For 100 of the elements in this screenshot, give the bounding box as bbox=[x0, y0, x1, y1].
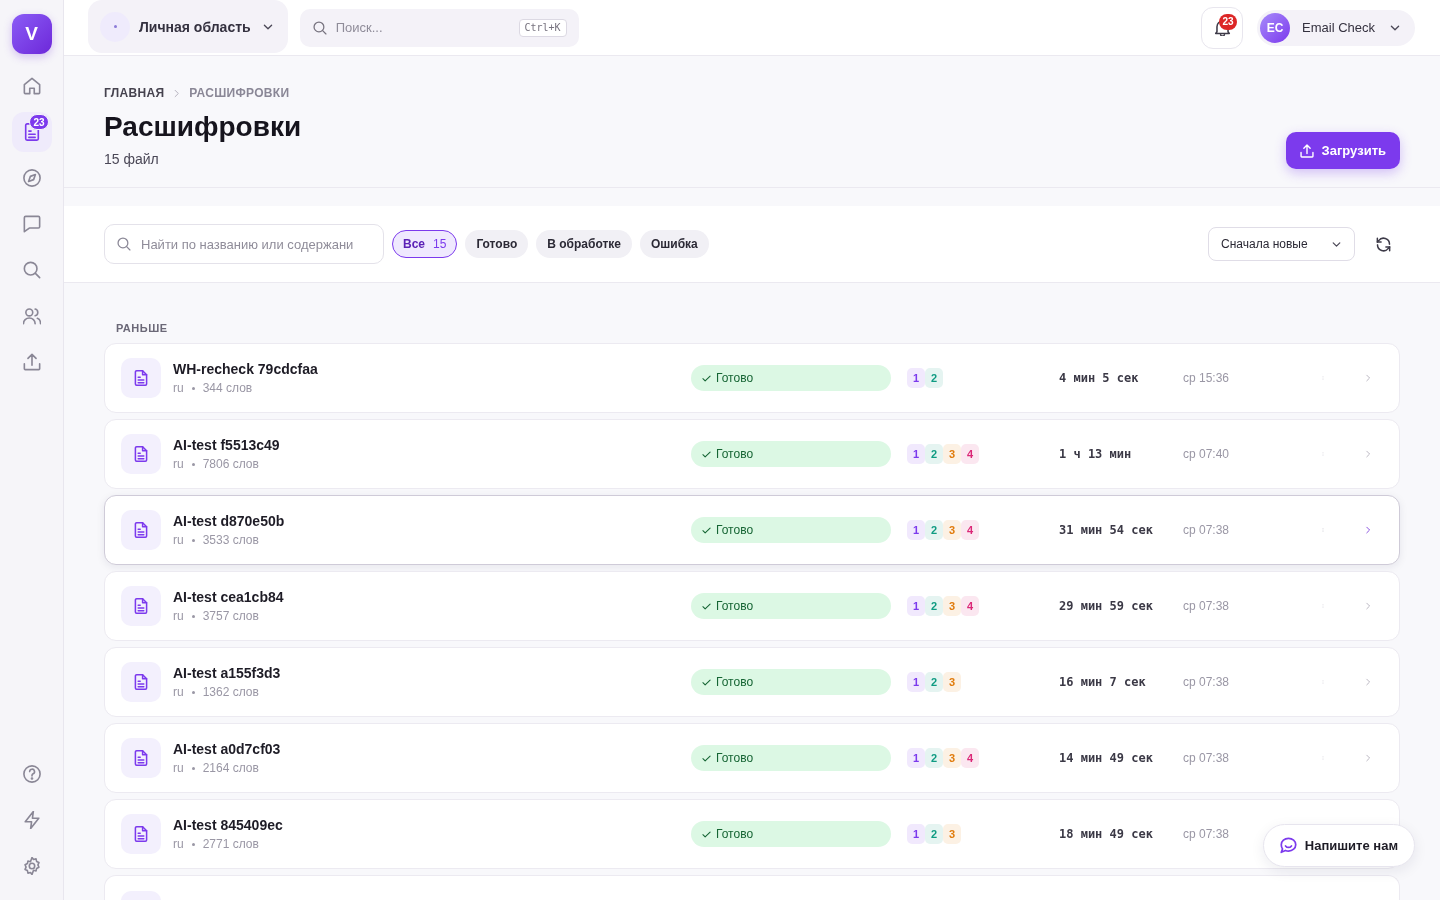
file-name: AI-test a0d7cf03 bbox=[173, 740, 281, 758]
dot-icon bbox=[191, 766, 195, 770]
file-card[interactable]: WH-recheck 79cdcfaa ru 344 слов Готово 1 2 4 мин 5 сек ср 15:36 bbox=[104, 343, 1400, 413]
lightning-icon bbox=[22, 811, 41, 829]
chevron-right-icon bbox=[1364, 448, 1372, 460]
workspace-switcher[interactable]: Личная область bbox=[88, 0, 288, 53]
dot-icon bbox=[191, 386, 195, 390]
file-card[interactable]: AI-test f5513c49 ru 7806 слов Готово 1 2 3 4 1 ч 13 мин ср 07:40 bbox=[104, 419, 1400, 489]
speaker-tag: 4 bbox=[961, 520, 979, 540]
duration: 18 мин 49 сек bbox=[1059, 827, 1153, 841]
duration: 16 мин 7 сек bbox=[1059, 675, 1146, 689]
dot-icon bbox=[191, 538, 195, 542]
search-field[interactable]: Найти по названию или содержани bbox=[104, 224, 384, 264]
user-avatar: EC bbox=[1260, 12, 1291, 43]
word-count: 1362 слов bbox=[202, 684, 259, 700]
status-pill: Готово bbox=[691, 821, 891, 847]
check-icon bbox=[702, 677, 711, 687]
chevron-right-icon bbox=[1364, 752, 1372, 764]
date-time: ср 07:40 bbox=[1183, 447, 1230, 461]
filter-chip[interactable]: Готово bbox=[465, 230, 529, 258]
speaker-tag: 2 bbox=[925, 824, 943, 844]
speaker-tag: 2 bbox=[925, 368, 943, 388]
date-time: ср 07:38 bbox=[1183, 523, 1230, 537]
speaker-tag: 1 bbox=[907, 368, 925, 388]
refresh-icon bbox=[1375, 236, 1391, 252]
filter-chip[interactable]: В обработке bbox=[536, 230, 632, 258]
document-icon bbox=[121, 586, 161, 626]
workspace-avatar-icon bbox=[100, 11, 130, 42]
chevron-right-icon bbox=[1364, 600, 1372, 612]
language-code: ru bbox=[173, 684, 184, 700]
contact-button[interactable]: Напишите нам bbox=[1262, 824, 1415, 867]
check-icon bbox=[702, 525, 711, 535]
compass-icon bbox=[22, 169, 41, 187]
dot-icon bbox=[191, 462, 195, 466]
file-count: 15 файл bbox=[104, 150, 160, 168]
dot-icon bbox=[191, 842, 195, 846]
speaker-tag: 3 bbox=[943, 444, 961, 464]
users-icon bbox=[22, 307, 41, 325]
check-icon bbox=[702, 449, 711, 459]
speaker-tag: 4 bbox=[961, 596, 979, 616]
document-icon bbox=[121, 434, 161, 474]
dot-icon bbox=[191, 614, 195, 618]
speaker-tag: 1 bbox=[907, 520, 925, 540]
language-code: ru bbox=[173, 532, 184, 548]
speaker-tag: 1 bbox=[907, 824, 925, 844]
chevron-right-icon bbox=[1364, 524, 1372, 536]
status-pill: Готово bbox=[691, 669, 891, 695]
home-icon bbox=[22, 77, 41, 95]
filter-chip[interactable]: Все 15 bbox=[392, 230, 458, 258]
speaker-tag: 4 bbox=[961, 444, 979, 464]
check-icon bbox=[702, 829, 711, 839]
speaker-tag: 3 bbox=[943, 748, 961, 768]
sidebar-item[interactable]: 23 bbox=[11, 112, 52, 152]
chevron-right-icon bbox=[172, 88, 182, 98]
speaker-tag: 1 bbox=[907, 596, 925, 616]
section-heading: РАНЬШЕ bbox=[115, 321, 168, 335]
file-card[interactable]: AI-test d870e50b ru 3533 слов Готово 1 2 3 4 31 мин 54 сек ср 07:38 bbox=[104, 495, 1400, 565]
chat-icon bbox=[22, 215, 41, 233]
filter-chip[interactable]: Ошибка bbox=[639, 230, 709, 258]
upload-icon bbox=[22, 353, 41, 371]
speaker-tag: 1 bbox=[907, 444, 925, 464]
check-icon bbox=[702, 601, 711, 611]
file-name: WH-recheck 79cdcfaa bbox=[173, 360, 318, 378]
language-code: ru bbox=[173, 380, 184, 396]
chevron-right-icon bbox=[1364, 676, 1372, 688]
breadcrumb-link[interactable]: ГЛАВНАЯ bbox=[104, 86, 165, 100]
file-card[interactable]: AI-test a155f3d3 ru 1362 слов Готово 1 2 3 16 мин 7 сек ср 07:38 bbox=[104, 647, 1400, 717]
search-icon bbox=[312, 20, 327, 35]
status-pill: Готово bbox=[691, 441, 891, 467]
file-card[interactable]: AI-test cea1cb84 ru 3757 слов Готово 1 2 3 4 29 мин 59 сек ср 07:38 bbox=[104, 571, 1400, 641]
search-icon bbox=[117, 237, 131, 251]
speaker-tag: 2 bbox=[925, 748, 943, 768]
date-time: ср 07:38 bbox=[1183, 675, 1230, 689]
upload-button[interactable]: Загрузить bbox=[1285, 132, 1400, 169]
chat-icon bbox=[1279, 837, 1297, 854]
date-time: ср 07:38 bbox=[1183, 827, 1230, 841]
check-icon bbox=[702, 373, 711, 383]
language-code: ru bbox=[173, 456, 184, 472]
speaker-tag: 1 bbox=[907, 748, 925, 768]
document-icon bbox=[121, 662, 161, 702]
settings-icon bbox=[22, 857, 41, 875]
upload-icon bbox=[1299, 143, 1314, 158]
word-count: 3533 слов bbox=[202, 532, 259, 548]
speaker-tag: 3 bbox=[943, 596, 961, 616]
help-icon bbox=[22, 765, 41, 783]
speaker-tag: 2 bbox=[925, 520, 943, 540]
file-card[interactable]: AI-test a0d7cf03 ru 2164 слов Готово 1 2 3 4 14 мин 49 сек ср 07:38 bbox=[104, 723, 1400, 793]
document-icon bbox=[121, 738, 161, 778]
app-logo[interactable]: V bbox=[11, 14, 52, 54]
file-name: AI-test f5513c49 bbox=[173, 436, 280, 454]
user-menu[interactable]: EC Email Check bbox=[1257, 9, 1415, 46]
file-name: AI-test 845409ec bbox=[173, 816, 283, 834]
sort-dropdown[interactable]: Сначала новые bbox=[1208, 227, 1355, 261]
notifications-button[interactable]: 23 bbox=[1201, 6, 1244, 49]
word-count: 2771 слов bbox=[202, 836, 259, 852]
document-icon bbox=[121, 814, 161, 854]
check-icon bbox=[702, 753, 711, 763]
duration: 29 мин 59 сек bbox=[1059, 599, 1153, 613]
speaker-tag: 3 bbox=[943, 824, 961, 844]
date-time: ср 15:36 bbox=[1183, 371, 1230, 385]
